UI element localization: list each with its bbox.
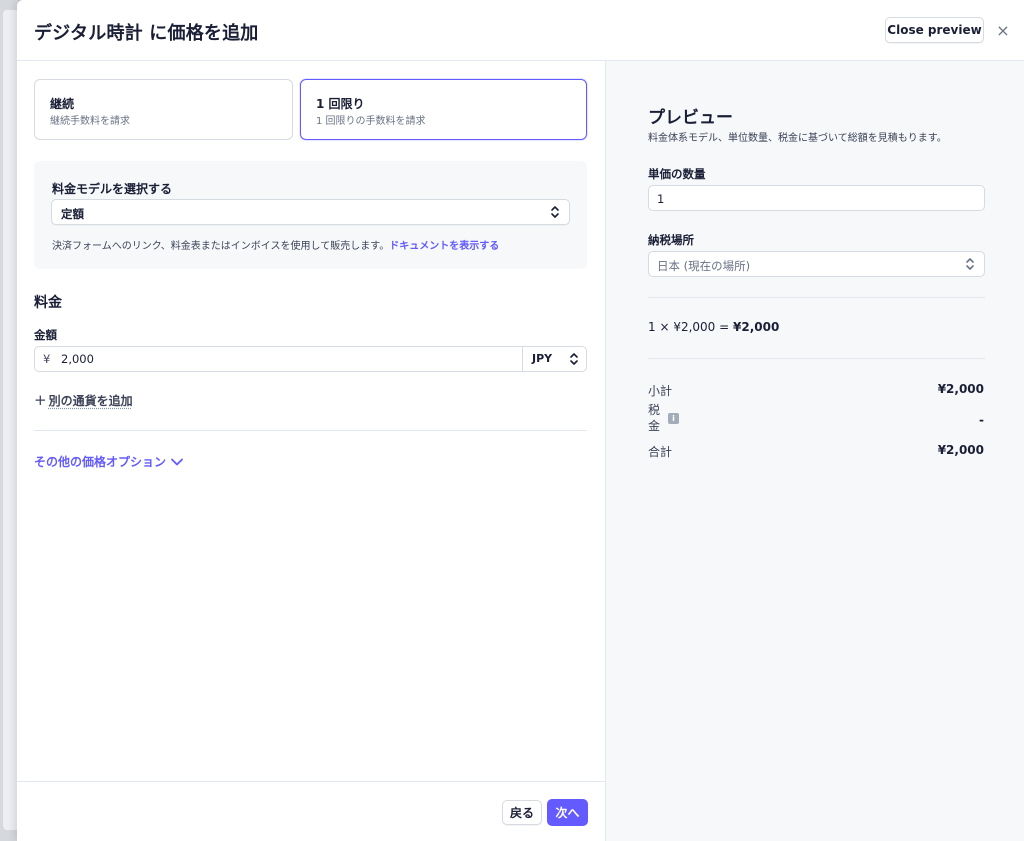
background-card <box>3 10 18 830</box>
tax-location-label: 納税場所 <box>648 233 694 247</box>
price-calculation: 1 × ¥2,000 = ¥2,000 <box>648 320 779 334</box>
preview-subtitle: 料金体系モデル、単位数量、税金に基づいて総額を見積もります。 <box>648 133 947 144</box>
calculation-total: ¥2,000 <box>733 320 780 334</box>
amount-field[interactable]: ¥ 2,000 JPY <box>34 346 587 372</box>
tax-label: 税金 <box>648 403 661 433</box>
close-preview-button[interactable]: Close preview <box>885 17 984 43</box>
plus-icon: + <box>34 391 47 409</box>
total-value: ¥2,000 <box>937 443 984 457</box>
price-section-title: 料金 <box>34 295 62 311</box>
amount-label: 金額 <box>34 328 57 342</box>
tax-location-value: 日本 (現在の場所) <box>657 259 751 273</box>
quantity-value: 1 <box>657 192 665 206</box>
add-price-dialog: デジタル時計 に価格を追加 Close preview × 継続 継続手数料を請… <box>17 0 1024 841</box>
quantity-input[interactable]: 1 <box>648 185 985 211</box>
more-price-options-toggle[interactable]: その他の価格オプション <box>34 453 184 470</box>
pricing-model-description-text: 決済フォームへのリンク、料金表またはインボイスを使用して販売します。 <box>52 241 390 252</box>
dialog-footer: 戻る 次へ <box>17 781 605 841</box>
pricing-model-description: 決済フォームへのリンク、料金表またはインボイスを使用して販売します。ドキュメント… <box>52 237 499 252</box>
subtotal-value: ¥2,000 <box>937 382 984 396</box>
chevron-updown-icon <box>570 353 578 365</box>
add-currency-label: 別の通貨を追加 <box>48 394 133 408</box>
pricing-model-label: 料金モデルを選択する <box>52 182 173 196</box>
currency-select[interactable]: JPY <box>522 347 586 371</box>
close-icon[interactable]: × <box>994 21 1012 41</box>
billing-option-one-time[interactable]: 1 回限り 1 回限りの手数料を請求 <box>300 79 587 140</box>
preview-panel: プレビュー 料金体系モデル、単位数量、税金に基づいて総額を見積もります。 単価の… <box>605 61 1024 841</box>
pricing-model-select[interactable]: 定額 <box>51 199 570 225</box>
subtotal-label: 小計 <box>648 384 673 398</box>
dialog-header: デジタル時計 に価格を追加 Close preview × <box>17 0 1024 61</box>
chevron-updown-icon <box>966 258 974 270</box>
amount-input[interactable]: 2,000 <box>61 352 94 366</box>
billing-option-title: 1 回限り <box>316 97 365 111</box>
pricing-model-value: 定額 <box>61 207 84 221</box>
preview-title: プレビュー <box>648 108 733 128</box>
view-docs-link[interactable]: ドキュメントを表示する <box>389 241 499 252</box>
price-form: 継続 継続手数料を請求 1 回限り 1 回限りの手数料を請求 料金モデルを選択す… <box>17 61 605 781</box>
tax-location-select[interactable]: 日本 (現在の場所) <box>648 251 985 277</box>
add-currency-button[interactable]: + 別の通貨を追加 <box>34 391 133 409</box>
total-label: 合計 <box>648 445 673 459</box>
chevron-down-icon <box>171 458 183 465</box>
back-button[interactable]: 戻る <box>502 800 542 825</box>
more-price-options-label: その他の価格オプション <box>34 455 167 469</box>
billing-option-subtitle: 継続手数料を請求 <box>50 116 130 127</box>
currency-symbol: ¥ <box>43 352 51 366</box>
divider <box>648 358 985 359</box>
billing-option-recurring[interactable]: 継続 継続手数料を請求 <box>34 79 293 140</box>
dialog-title: デジタル時計 に価格を追加 <box>34 23 259 44</box>
pricing-model-panel: 料金モデルを選択する 定額 決済フォームへのリンク、料金表またはインボイスを使用… <box>34 161 587 269</box>
billing-option-title: 継続 <box>50 97 75 111</box>
divider <box>648 297 985 298</box>
calculation-expression: 1 × ¥2,000 = <box>648 320 733 334</box>
info-icon[interactable]: i <box>668 413 679 424</box>
chevron-updown-icon <box>551 206 559 218</box>
tax-value: - <box>979 413 984 427</box>
currency-code: JPY <box>532 352 553 365</box>
billing-option-subtitle: 1 回限りの手数料を請求 <box>316 116 426 127</box>
quantity-label: 単価の数量 <box>648 167 706 181</box>
divider <box>34 430 587 431</box>
next-button[interactable]: 次へ <box>547 799 588 826</box>
background-page <box>0 0 18 841</box>
